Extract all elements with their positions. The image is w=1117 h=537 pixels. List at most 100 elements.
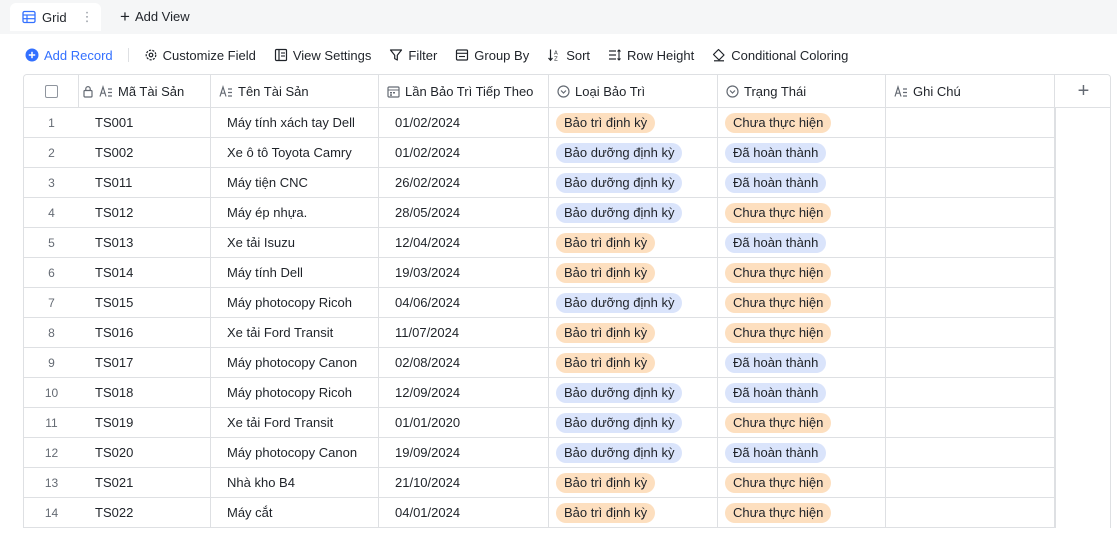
cell-loai-bao-tri[interactable]: Bảo trì định kỳ [549, 228, 718, 257]
cell-ma-tai-san[interactable]: TS013 [79, 228, 211, 257]
table-row[interactable]: 9 TS017 Máy photocopy Canon 02/08/2024 Bảo t… [24, 348, 1055, 378]
cell-ten-tai-san[interactable]: Máy photocopy Ricoh [211, 378, 379, 407]
cell-trang-thai[interactable]: Đã hoàn thành [718, 378, 886, 407]
cell-loai-bao-tri[interactable]: Bảo trì định kỳ [549, 468, 718, 497]
cell-trang-thai[interactable]: Chưa thực hiện [718, 288, 886, 317]
table-row[interactable]: 3 TS011 Máy tiện CNC 26/02/2024 Bảo dưỡng đị… [24, 168, 1055, 198]
cell-loai-bao-tri[interactable]: Bảo dưỡng định kỳ [549, 408, 718, 437]
cell-trang-thai[interactable]: Chưa thực hiện [718, 258, 886, 287]
cell-ghi-chu[interactable] [886, 408, 1055, 437]
table-row[interactable]: 1 TS001 Máy tính xách tay Dell 01/02/2024 Bả… [24, 108, 1055, 138]
table-row[interactable]: 14 TS022 Máy cắt 04/01/2024 Bảo trì định kỳ C… [24, 498, 1055, 528]
cell-lan-bao-tri[interactable]: 02/08/2024 [379, 348, 549, 377]
cell-ten-tai-san[interactable]: Xe tải Ford Transit [211, 318, 379, 347]
cell-ten-tai-san[interactable]: Xe tải Ford Transit [211, 408, 379, 437]
cell-lan-bao-tri[interactable]: 12/04/2024 [379, 228, 549, 257]
cell-trang-thai[interactable]: Đã hoàn thành [718, 138, 886, 167]
cell-loai-bao-tri[interactable]: Bảo dưỡng định kỳ [549, 168, 718, 197]
cell-trang-thai[interactable]: Chưa thực hiện [718, 198, 886, 227]
cell-lan-bao-tri[interactable]: 28/05/2024 [379, 198, 549, 227]
cell-ghi-chu[interactable] [886, 498, 1055, 527]
cell-ma-tai-san[interactable]: TS012 [79, 198, 211, 227]
cell-trang-thai[interactable]: Đã hoàn thành [718, 168, 886, 197]
cell-loai-bao-tri[interactable]: Bảo trì định kỳ [549, 108, 718, 137]
column-header-ten-tai-san[interactable]: Tên Tài Sản [211, 75, 379, 107]
cell-loai-bao-tri[interactable]: Bảo trì định kỳ [549, 498, 718, 527]
cell-lan-bao-tri[interactable]: 01/01/2020 [379, 408, 549, 437]
cell-ghi-chu[interactable] [886, 258, 1055, 287]
cell-ghi-chu[interactable] [886, 348, 1055, 377]
cell-trang-thai[interactable]: Chưa thực hiện [718, 108, 886, 137]
cell-ma-tai-san[interactable]: TS011 [79, 168, 211, 197]
cell-ghi-chu[interactable] [886, 318, 1055, 347]
cell-loai-bao-tri[interactable]: Bảo trì định kỳ [549, 258, 718, 287]
cell-ghi-chu[interactable] [886, 378, 1055, 407]
cell-ten-tai-san[interactable]: Máy tính Dell [211, 258, 379, 287]
cell-ma-tai-san[interactable]: TS018 [79, 378, 211, 407]
table-row[interactable]: 12 TS020 Máy photocopy Canon 19/09/2024 Bảo … [24, 438, 1055, 468]
cell-loai-bao-tri[interactable]: Bảo dưỡng định kỳ [549, 198, 718, 227]
cell-ghi-chu[interactable] [886, 138, 1055, 167]
cell-trang-thai[interactable]: Chưa thực hiện [718, 408, 886, 437]
cell-ten-tai-san[interactable]: Máy ép nhựa. [211, 198, 379, 227]
cell-lan-bao-tri[interactable]: 11/07/2024 [379, 318, 549, 347]
view-settings-button[interactable]: View Settings [274, 48, 371, 63]
group-by-button[interactable]: Group By [455, 48, 529, 63]
row-height-button[interactable]: Row Height [608, 48, 694, 63]
cell-lan-bao-tri[interactable]: 19/09/2024 [379, 438, 549, 467]
cell-ma-tai-san[interactable]: TS019 [79, 408, 211, 437]
table-row[interactable]: 5 TS013 Xe tải Isuzu 12/04/2024 Bảo trì định… [24, 228, 1055, 258]
cell-ma-tai-san[interactable]: TS016 [79, 318, 211, 347]
cell-ghi-chu[interactable] [886, 168, 1055, 197]
cell-ten-tai-san[interactable]: Máy tính xách tay Dell [211, 108, 379, 137]
cell-loai-bao-tri[interactable]: Bảo dưỡng định kỳ [549, 138, 718, 167]
cell-ma-tai-san[interactable]: TS014 [79, 258, 211, 287]
cell-ma-tai-san[interactable]: TS021 [79, 468, 211, 497]
cell-loai-bao-tri[interactable]: Bảo dưỡng định kỳ [549, 288, 718, 317]
cell-ma-tai-san[interactable]: TS001 [79, 108, 211, 137]
table-row[interactable]: 13 TS021 Nhà kho B4 21/10/2024 Bảo trì định … [24, 468, 1055, 498]
table-row[interactable]: 8 TS016 Xe tải Ford Transit 11/07/2024 Bảo t… [24, 318, 1055, 348]
cell-ghi-chu[interactable] [886, 438, 1055, 467]
cell-loai-bao-tri[interactable]: Bảo dưỡng định kỳ [549, 438, 718, 467]
table-row[interactable]: 10 TS018 Máy photocopy Ricoh 12/09/2024 Bảo … [24, 378, 1055, 408]
cell-ghi-chu[interactable] [886, 468, 1055, 497]
cell-ma-tai-san[interactable]: TS022 [79, 498, 211, 527]
cell-ten-tai-san[interactable]: Máy tiện CNC [211, 168, 379, 197]
cell-ten-tai-san[interactable]: Máy photocopy Canon [211, 348, 379, 377]
cell-ten-tai-san[interactable]: Máy photocopy Ricoh [211, 288, 379, 317]
cell-lan-bao-tri[interactable]: 04/06/2024 [379, 288, 549, 317]
cell-ten-tai-san[interactable]: Nhà kho B4 [211, 468, 379, 497]
table-row[interactable]: 6 TS014 Máy tính Dell 19/03/2024 Bảo trì địn… [24, 258, 1055, 288]
add-view-button[interactable]: + Add View [120, 8, 190, 25]
cell-ten-tai-san[interactable]: Máy cắt [211, 498, 379, 527]
cell-trang-thai[interactable]: Đã hoàn thành [718, 348, 886, 377]
column-header-ma-tai-san[interactable]: Mã Tài Sản [79, 75, 211, 107]
cell-ghi-chu[interactable] [886, 198, 1055, 227]
column-header-ghi-chu[interactable]: Ghi Chú [886, 75, 1055, 107]
cell-lan-bao-tri[interactable]: 19/03/2024 [379, 258, 549, 287]
cell-trang-thai[interactable]: Chưa thực hiện [718, 318, 886, 347]
cell-ma-tai-san[interactable]: TS017 [79, 348, 211, 377]
cell-lan-bao-tri[interactable]: 01/02/2024 [379, 138, 549, 167]
cell-ten-tai-san[interactable]: Xe tải Isuzu [211, 228, 379, 257]
cell-lan-bao-tri[interactable]: 21/10/2024 [379, 468, 549, 497]
more-options-icon[interactable]: ⋮ [81, 9, 94, 25]
column-header-trang-thai[interactable]: Trạng Thái [718, 75, 886, 107]
table-row[interactable]: 4 TS012 Máy ép nhựa. 28/05/2024 Bảo dưỡng đị… [24, 198, 1055, 228]
sort-button[interactable]: A Z Sort [547, 48, 590, 63]
cell-ma-tai-san[interactable]: TS015 [79, 288, 211, 317]
cell-ghi-chu[interactable] [886, 288, 1055, 317]
select-all-checkbox[interactable] [44, 84, 58, 98]
add-record-button[interactable]: Add Record [25, 48, 113, 63]
cell-trang-thai[interactable]: Chưa thực hiện [718, 498, 886, 527]
cell-ten-tai-san[interactable]: Máy photocopy Canon [211, 438, 379, 467]
conditional-coloring-button[interactable]: Conditional Coloring [712, 48, 848, 63]
cell-lan-bao-tri[interactable]: 12/09/2024 [379, 378, 549, 407]
table-row[interactable]: 7 TS015 Máy photocopy Ricoh 04/06/2024 Bảo d… [24, 288, 1055, 318]
cell-ghi-chu[interactable] [886, 228, 1055, 257]
column-header-lan-bao-tri[interactable]: Lần Bảo Trì Tiếp Theo [379, 75, 549, 107]
cell-lan-bao-tri[interactable]: 04/01/2024 [379, 498, 549, 527]
view-tab-grid[interactable]: Grid ⋮ [10, 3, 101, 31]
cell-trang-thai[interactable]: Đã hoàn thành [718, 228, 886, 257]
